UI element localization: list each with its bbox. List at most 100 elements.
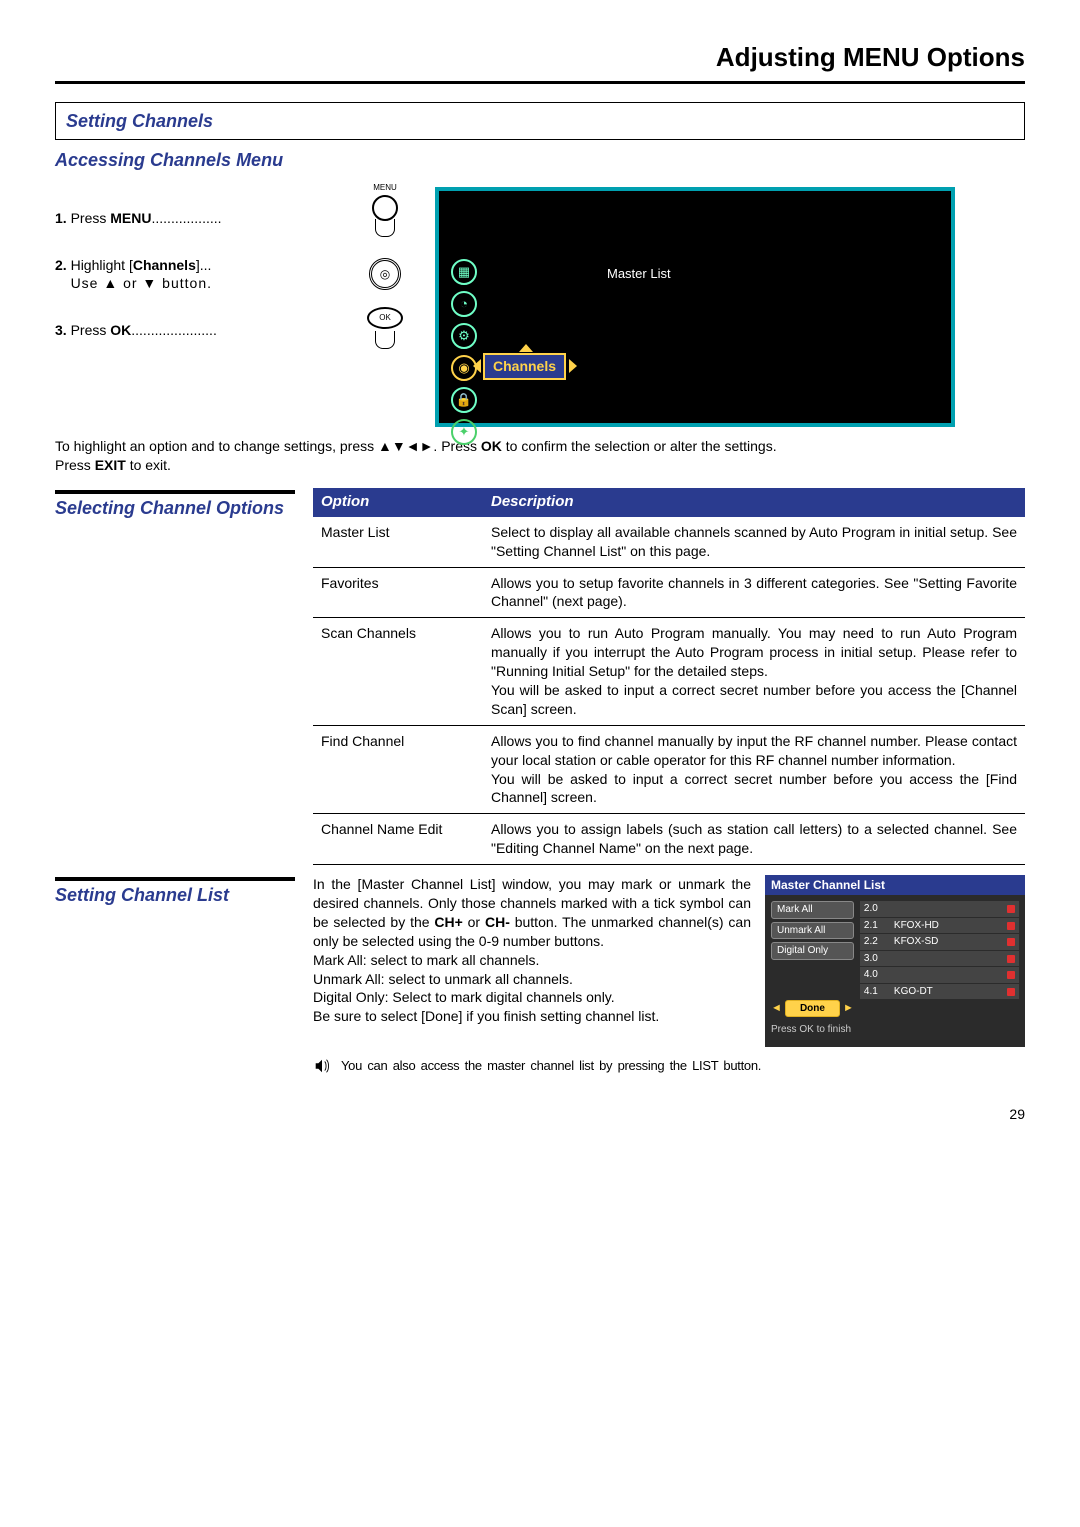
- mcl-done-button[interactable]: Done: [785, 1000, 840, 1018]
- note-text: You can also access the master channel l…: [341, 1057, 761, 1075]
- mcl-row[interactable]: 4.0: [860, 967, 1019, 983]
- instr-1a: To highlight an option and to change set…: [55, 438, 481, 454]
- mcl-row[interactable]: 2.0: [860, 901, 1019, 917]
- mcl-mark-all-button[interactable]: Mark All: [771, 901, 854, 919]
- osd-preview: ▦ ◔ ⚙ ◉ 🔒 ✦ Master List Channels: [435, 187, 955, 427]
- mcl-row-mark-icon: [1007, 971, 1015, 979]
- options-table: Option Description Master ListSelect to …: [313, 488, 1025, 865]
- steps-column: 1. Press MENU.................. MENU 2. …: [55, 181, 415, 427]
- setting-list-text: In the [Master Channel List] window, you…: [313, 875, 751, 1047]
- option-cell: Channel Name Edit: [313, 814, 483, 865]
- sl-p2: Mark All: select to mark all channels.: [313, 952, 539, 968]
- osd-arrow-left-icon: [473, 359, 481, 373]
- instr-2c: to exit.: [126, 457, 171, 473]
- osd-picture-icon: ▦: [451, 259, 477, 285]
- access-heading: Accessing Channels Menu: [55, 148, 1025, 172]
- mcl-title: Master Channel List: [765, 875, 1025, 895]
- sl-p3: Unmark All: select to unmark all channel…: [313, 971, 573, 987]
- press-ok-icon: OK: [367, 307, 403, 349]
- description-cell: Allows you to find channel manually by i…: [483, 725, 1025, 814]
- osd-lock-icon: 🔒: [451, 387, 477, 413]
- step-1-num: 1.: [55, 210, 71, 226]
- osd-sound-icon: ◔: [451, 291, 477, 317]
- divider: [55, 877, 295, 881]
- table-row: Find ChannelAllows you to find channel m…: [313, 725, 1025, 814]
- master-channel-list-box: Master Channel List Mark All Unmark All …: [765, 875, 1025, 1047]
- section-heading: Setting Channels: [66, 111, 213, 131]
- step-3-b: OK: [110, 322, 131, 338]
- step-2-b: Channels: [133, 257, 196, 273]
- mcl-row-name: KGO-DT: [894, 985, 1007, 999]
- step-2-use: Use ▲ or ▼ button.: [71, 275, 212, 291]
- option-cell: Favorites: [313, 567, 483, 618]
- sl-p1d: CH-: [485, 914, 510, 930]
- step-3-a: Press: [71, 322, 111, 338]
- osd-master-list-label: Master List: [607, 265, 671, 283]
- mcl-row-channel: 2.2: [864, 935, 894, 949]
- mcl-row-channel: 4.1: [864, 985, 894, 999]
- option-cell: Master List: [313, 517, 483, 567]
- mcl-right-arrow-icon: ►: [843, 1002, 854, 1014]
- step-2: 2. Highlight [Channels]... Use ▲ or ▼ bu…: [55, 256, 415, 294]
- mcl-row-name: KFOX-SD: [894, 935, 1007, 949]
- table-row: Scan ChannelsAllows you to run Auto Prog…: [313, 618, 1025, 725]
- osd-channels-highlight: Channels: [483, 353, 566, 380]
- instr-1c: to confirm the selection or alter the se…: [502, 438, 777, 454]
- mcl-row-mark-icon: [1007, 905, 1015, 913]
- mcl-row-name: KFOX-HD: [894, 919, 1007, 933]
- selecting-heading: Selecting Channel Options: [55, 496, 295, 520]
- osd-extra-icon: ✦: [451, 419, 477, 445]
- step-1-a: Press: [71, 210, 111, 226]
- step-1: 1. Press MENU.................. MENU: [55, 195, 415, 242]
- mcl-row-mark-icon: [1007, 955, 1015, 963]
- description-cell: Allows you to run Auto Program manually.…: [483, 618, 1025, 725]
- osd-side-icons: ▦ ◔ ⚙ ◉ 🔒 ✦: [451, 259, 477, 445]
- step-2-num: 2.: [55, 257, 71, 273]
- mcl-footer: Press OK to finish: [771, 1023, 1019, 1037]
- instruction-text: To highlight an option and to change set…: [55, 437, 1025, 475]
- sl-p5: Be sure to select [Done] if you finish s…: [313, 1008, 659, 1024]
- mcl-row-mark-icon: [1007, 922, 1015, 930]
- step-2-a: Highlight [: [71, 257, 133, 273]
- sl-p4: Digital Only: Select to mark digital cha…: [313, 989, 615, 1005]
- divider: [55, 490, 295, 494]
- instr-2b: EXIT: [95, 457, 126, 473]
- sl-p1b: CH+: [434, 914, 462, 930]
- th-description: Description: [483, 488, 1025, 516]
- table-row: FavoritesAllows you to setup favorite ch…: [313, 567, 1025, 618]
- description-cell: Allows you to assign labels (such as sta…: [483, 814, 1025, 865]
- mcl-row[interactable]: 3.0: [860, 951, 1019, 967]
- page-title: Adjusting MENU Options: [55, 40, 1025, 84]
- osd-settings-icon: ⚙: [451, 323, 477, 349]
- mcl-row[interactable]: 2.2KFOX-SD: [860, 934, 1019, 950]
- table-row: Master ListSelect to display all availab…: [313, 517, 1025, 567]
- mcl-unmark-all-button[interactable]: Unmark All: [771, 922, 854, 940]
- table-row: Channel Name EditAllows you to assign la…: [313, 814, 1025, 865]
- mcl-row-mark-icon: [1007, 938, 1015, 946]
- sl-p1c: or: [463, 914, 485, 930]
- mcl-row-channel: 3.0: [864, 952, 894, 966]
- instr-1b: OK: [481, 438, 502, 454]
- step-1-b: MENU: [110, 210, 151, 226]
- antenna-icon: ◎: [369, 258, 401, 290]
- step-3-num: 3.: [55, 322, 71, 338]
- mcl-row[interactable]: 4.1KGO-DT: [860, 984, 1019, 1000]
- note-line: You can also access the master channel l…: [313, 1057, 1025, 1075]
- step-3: 3. Press OK...................... OK: [55, 307, 415, 354]
- instr-2a: Press: [55, 457, 95, 473]
- description-cell: Allows you to setup favorite channels in…: [483, 567, 1025, 618]
- section-box: Setting Channels: [55, 102, 1025, 140]
- mcl-row[interactable]: 2.1KFOX-HD: [860, 918, 1019, 934]
- press-menu-icon: MENU: [367, 195, 403, 237]
- mcl-digital-only-button[interactable]: Digital Only: [771, 942, 854, 960]
- step-3-dots: ......................: [131, 322, 217, 338]
- mcl-row-channel: 4.0: [864, 968, 894, 982]
- mcl-left-arrow-icon: ◄: [771, 1002, 782, 1014]
- option-cell: Scan Channels: [313, 618, 483, 725]
- press-menu-icon-label: MENU: [367, 183, 403, 194]
- osd-arrow-up-icon: [519, 344, 533, 352]
- mcl-row-mark-icon: [1007, 988, 1015, 996]
- setting-list-heading: Setting Channel List: [55, 883, 295, 907]
- mcl-row-channel: 2.0: [864, 902, 894, 916]
- osd-arrow-right-icon: [569, 359, 577, 373]
